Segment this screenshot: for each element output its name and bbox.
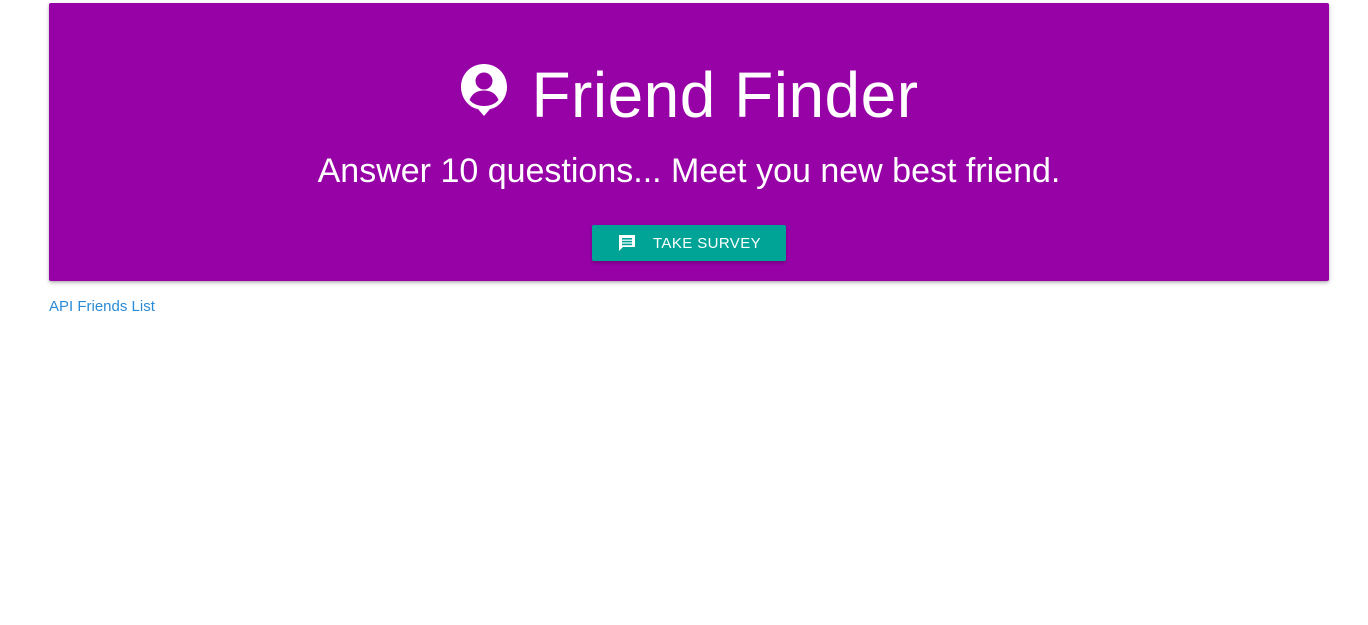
take-survey-label: TAKE SURVEY (652, 234, 762, 252)
hero-banner: Friend Finder Answer 10 questions... Mee… (49, 3, 1329, 281)
chat-bubble-icon (617, 233, 637, 253)
page-title: Friend Finder (531, 59, 919, 131)
api-friends-list-link[interactable]: API Friends List (49, 297, 155, 317)
take-survey-button[interactable]: TAKE SURVEY (592, 225, 786, 261)
person-pin-icon (459, 62, 509, 118)
title-row: Friend Finder (49, 53, 1329, 137)
tagline: Answer 10 questions... Meet you new best… (317, 152, 1061, 190)
page: Friend Finder Answer 10 questions... Mee… (0, 0, 1368, 625)
